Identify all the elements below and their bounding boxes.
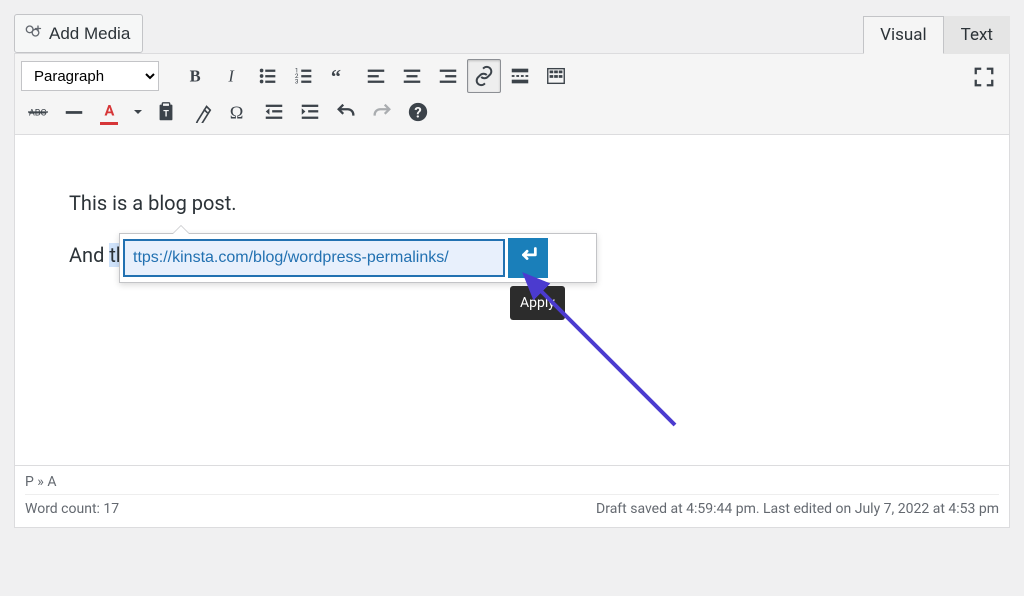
content-editor[interactable]: This is a blog post. And this is an inte…	[15, 135, 1009, 465]
indent-button[interactable]	[293, 95, 327, 129]
apply-button[interactable]	[508, 238, 548, 278]
svg-text:I: I	[227, 67, 235, 86]
word-count: Word count: 17	[25, 501, 119, 517]
clear-format-button[interactable]	[185, 95, 219, 129]
enter-icon	[517, 242, 539, 274]
tab-text[interactable]: Text	[944, 16, 1010, 54]
editor-shell: Paragraph B I 123 “ ABC A T	[14, 53, 1010, 528]
svg-text:“: “	[331, 66, 341, 87]
align-left-button[interactable]	[359, 59, 393, 93]
fullscreen-button[interactable]	[967, 60, 1001, 94]
special-char-button[interactable]: Ω	[221, 95, 255, 129]
outdent-button[interactable]	[257, 95, 291, 129]
svg-text:Ω: Ω	[230, 102, 244, 122]
hr-button[interactable]	[57, 95, 91, 129]
svg-text:3: 3	[295, 77, 299, 85]
element-path[interactable]: P » A	[25, 470, 999, 495]
editor-tabs: Visual Text	[863, 16, 1010, 54]
media-icon	[23, 21, 43, 46]
top-row: Add Media Visual Text	[14, 14, 1010, 53]
tab-visual[interactable]: Visual	[863, 16, 943, 54]
svg-text:A: A	[105, 102, 115, 120]
add-media-button[interactable]: Add Media	[14, 14, 143, 53]
help-button[interactable]: ?	[401, 95, 435, 129]
blockquote-button[interactable]: “	[323, 59, 357, 93]
svg-text:B: B	[190, 67, 201, 86]
add-media-label: Add Media	[49, 24, 130, 44]
bullet-list-button[interactable]	[251, 59, 285, 93]
link-popup: Apply	[119, 233, 597, 283]
svg-text:T: T	[163, 110, 169, 120]
redo-button[interactable]	[365, 95, 399, 129]
read-more-button[interactable]	[503, 59, 537, 93]
italic-button[interactable]: I	[215, 59, 249, 93]
numbered-list-button[interactable]: 123	[287, 59, 321, 93]
status-bar: P » A Word count: 17 Draft saved at 4:59…	[15, 465, 1009, 527]
svg-text:ABC: ABC	[29, 108, 47, 118]
link-settings-button[interactable]	[552, 238, 592, 278]
undo-button[interactable]	[329, 95, 363, 129]
svg-text:?: ?	[414, 104, 421, 122]
toolbar-row-1: Paragraph B I 123 “	[21, 58, 1003, 94]
toolbar-row-2: ABC A T Ω ?	[21, 94, 1003, 130]
paste-text-button[interactable]: T	[149, 95, 183, 129]
bold-button[interactable]: B	[179, 59, 213, 93]
align-center-button[interactable]	[395, 59, 429, 93]
strikethrough-button[interactable]: ABC	[21, 95, 55, 129]
apply-tooltip: Apply	[510, 286, 565, 320]
format-dropdown[interactable]: Paragraph	[21, 61, 159, 91]
editor-wrap: Add Media Visual Text Paragraph B I 123 …	[0, 0, 1024, 528]
text-color-button[interactable]: A	[93, 95, 127, 129]
text-color-dropdown[interactable]	[129, 95, 147, 129]
paragraph-1: This is a blog post.	[69, 187, 955, 219]
align-right-button[interactable]	[431, 59, 465, 93]
url-input[interactable]	[124, 240, 504, 276]
link-button[interactable]	[467, 59, 501, 93]
toolbar-toggle-button[interactable]	[539, 59, 573, 93]
save-status: Draft saved at 4:59:44 pm. Last edited o…	[596, 501, 999, 517]
toolbar: Paragraph B I 123 “ ABC A T	[15, 54, 1009, 135]
